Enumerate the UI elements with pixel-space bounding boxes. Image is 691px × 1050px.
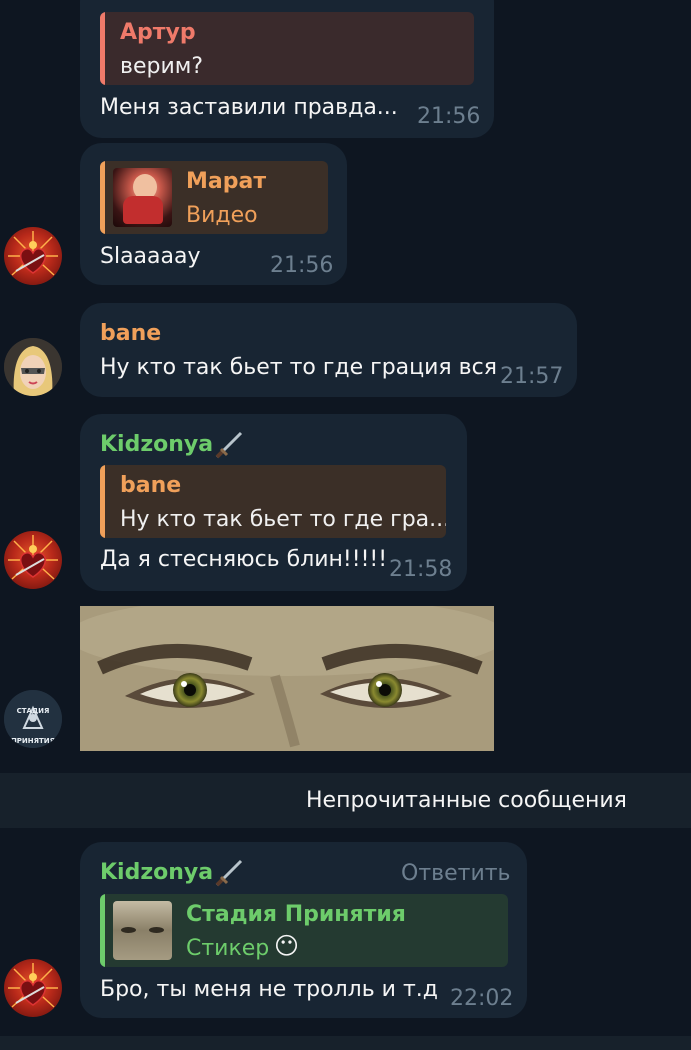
user-avatar[interactable]	[4, 531, 62, 589]
sacred-heart-icon	[8, 535, 58, 580]
reply-bar	[100, 894, 105, 967]
blonde-mask-avatar-icon	[4, 338, 62, 396]
user-avatar[interactable]	[4, 959, 62, 1017]
message-time: 21:56	[417, 104, 481, 129]
reply-author: bane	[120, 473, 182, 498]
message-time: 21:57	[500, 364, 564, 389]
reply-author: Стадия Принятия	[186, 902, 406, 927]
sender-name[interactable]: bane	[100, 321, 161, 346]
sender-name[interactable]: Kidzonya	[100, 860, 213, 885]
reply-text: верим?	[120, 54, 204, 79]
sender-name[interactable]: Kidzonya	[100, 432, 213, 457]
message-text: Да я стесняюсь блин!!!!!	[100, 547, 388, 572]
message-time: 22:02	[450, 986, 514, 1011]
reply-text: Ну кто так бьет то где гра...	[120, 507, 446, 532]
sword-emoji-icon	[215, 431, 243, 459]
reply-quote-1[interactable]: Артур верим?	[100, 12, 474, 85]
reply-quote-2[interactable]: Марат Видео	[100, 161, 328, 234]
message-text: Меня заставили правда...	[100, 95, 398, 120]
bottom-divider	[0, 1036, 691, 1050]
sacred-heart-icon	[8, 963, 58, 1008]
user-avatar[interactable]	[4, 227, 62, 285]
reply-text: Стикер	[186, 936, 270, 961]
message-text: Бро, ты меня не тролль и т.д	[100, 977, 438, 1002]
reply-video-thumbnail	[113, 168, 172, 227]
reply-bar	[100, 12, 105, 85]
reply-quote-3[interactable]: bane Ну кто так бьет то где гра...	[100, 465, 446, 538]
unread-divider: Непрочитанные сообщения	[0, 773, 691, 828]
avatar-label: СТАДИЯ ПРИНЯТИЯ	[10, 707, 56, 745]
reply-author: Марат	[186, 169, 267, 194]
eyes-sticker[interactable]	[80, 606, 494, 751]
reply-bar	[100, 465, 105, 538]
reply-author: Артур	[120, 20, 196, 45]
message-time: 21:56	[270, 253, 334, 278]
reply-action-button[interactable]: Ответить	[401, 861, 511, 886]
sword-emoji-icon	[215, 859, 243, 887]
channel-avatar[interactable]: СТАДИЯ ПРИНЯТИЯ	[4, 690, 62, 748]
user-avatar[interactable]	[4, 338, 62, 396]
message-time: 21:58	[389, 557, 453, 582]
no-mouth-face-emoji: 😶	[274, 932, 300, 960]
unread-divider-label: Непрочитанные сообщения	[306, 788, 627, 813]
sacred-heart-icon	[8, 231, 58, 276]
reply-bar	[100, 161, 105, 234]
glaring-eyes-image	[80, 606, 494, 751]
reply-text: Видео	[186, 203, 258, 228]
reply-sticker-thumbnail	[113, 901, 172, 960]
message-text: Slaaaaay	[100, 244, 201, 269]
message-text: Ну кто так бьет то где грация вся	[100, 355, 497, 380]
reply-quote-4[interactable]: Стадия Принятия Стикер 😶	[100, 894, 508, 967]
